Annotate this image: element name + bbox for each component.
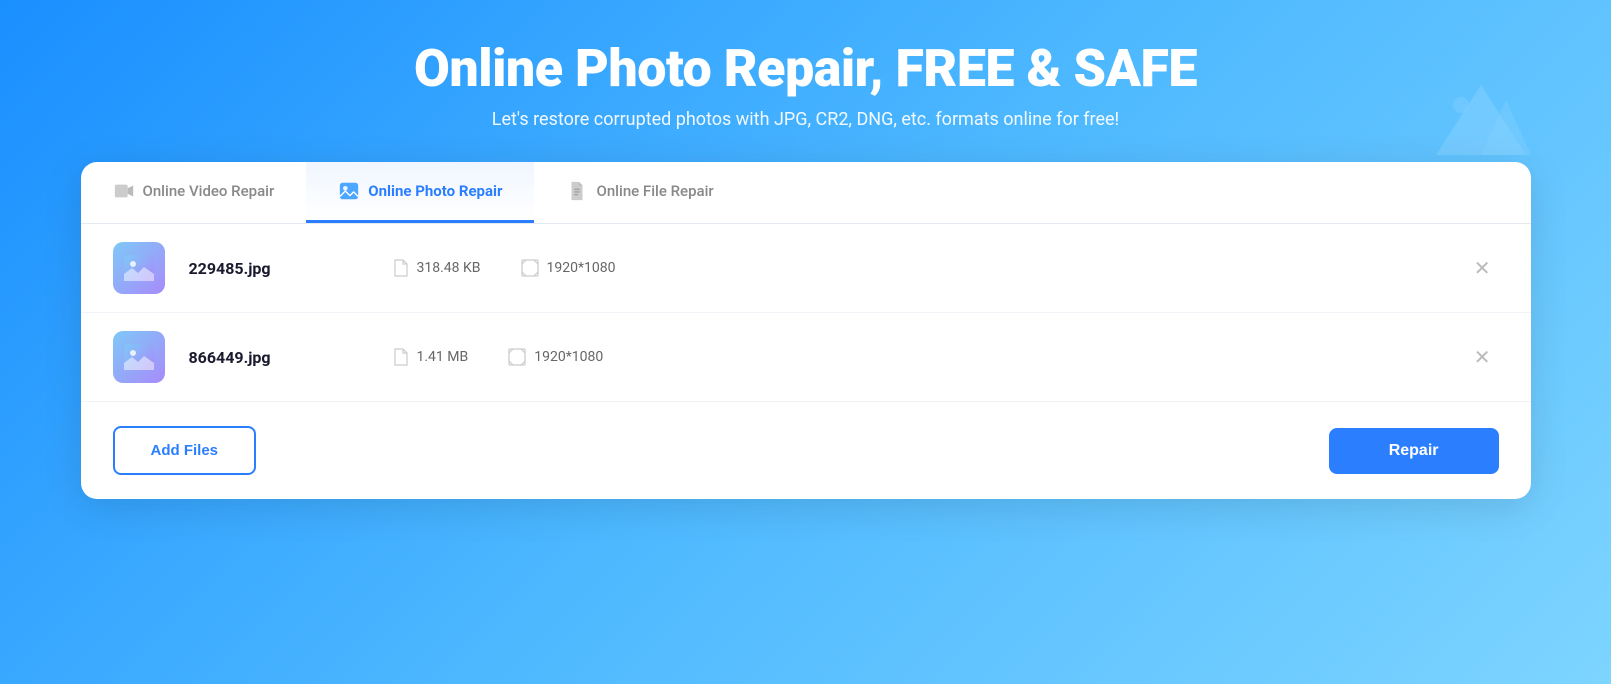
file-remove-button[interactable]: ✕ — [1466, 252, 1499, 284]
tab-photo[interactable]: Online Photo Repair — [306, 162, 534, 223]
file-size: 1.41 MB — [393, 348, 469, 366]
file-size-value: 318.48 KB — [417, 260, 481, 276]
table-row: 229485.jpg 318.48 KB — [81, 224, 1531, 313]
card-footer: Add Files Repair — [81, 402, 1531, 499]
dimensions-icon — [508, 348, 526, 366]
file-dimensions: 1920*1080 — [508, 348, 603, 366]
file-thumbnail — [113, 331, 165, 383]
file-thumbnail — [113, 242, 165, 294]
file-icon — [566, 180, 588, 202]
tab-photo-label: Online Photo Repair — [368, 182, 502, 200]
file-size-value: 1.41 MB — [417, 349, 469, 365]
repair-button[interactable]: Repair — [1329, 428, 1499, 474]
file-meta: 1.41 MB 1920*1080 — [393, 348, 1442, 366]
video-icon — [113, 180, 135, 202]
photo-icon — [338, 180, 360, 202]
table-row: 866449.jpg 1.41 MB — [81, 313, 1531, 402]
tab-file-label: Online File Repair — [596, 182, 713, 200]
tab-video-label: Online Video Repair — [143, 182, 275, 200]
tab-video[interactable]: Online Video Repair — [81, 162, 307, 223]
add-files-button[interactable]: Add Files — [113, 426, 257, 475]
file-size-icon — [393, 259, 409, 277]
file-dims-value: 1920*1080 — [534, 349, 603, 365]
main-card: Online Video Repair Online Photo Repair … — [81, 162, 1531, 499]
file-remove-button[interactable]: ✕ — [1466, 341, 1499, 373]
file-dimensions: 1920*1080 — [521, 259, 616, 277]
file-meta: 318.48 KB 1920*1080 — [393, 259, 1442, 277]
tab-bar: Online Video Repair Online Photo Repair … — [81, 162, 1531, 224]
file-list: 229485.jpg 318.48 KB — [81, 224, 1531, 402]
file-name: 229485.jpg — [189, 259, 369, 278]
file-size: 318.48 KB — [393, 259, 481, 277]
tab-file[interactable]: Online File Repair — [534, 162, 745, 223]
hero-subtitle: Let's restore corrupted photos with JPG,… — [492, 109, 1119, 130]
file-name: 866449.jpg — [189, 348, 369, 367]
file-dims-value: 1920*1080 — [547, 260, 616, 276]
file-size-icon — [393, 348, 409, 366]
dimensions-icon — [521, 259, 539, 277]
hero-title: Online Photo Repair, FREE & SAFE — [414, 40, 1197, 97]
